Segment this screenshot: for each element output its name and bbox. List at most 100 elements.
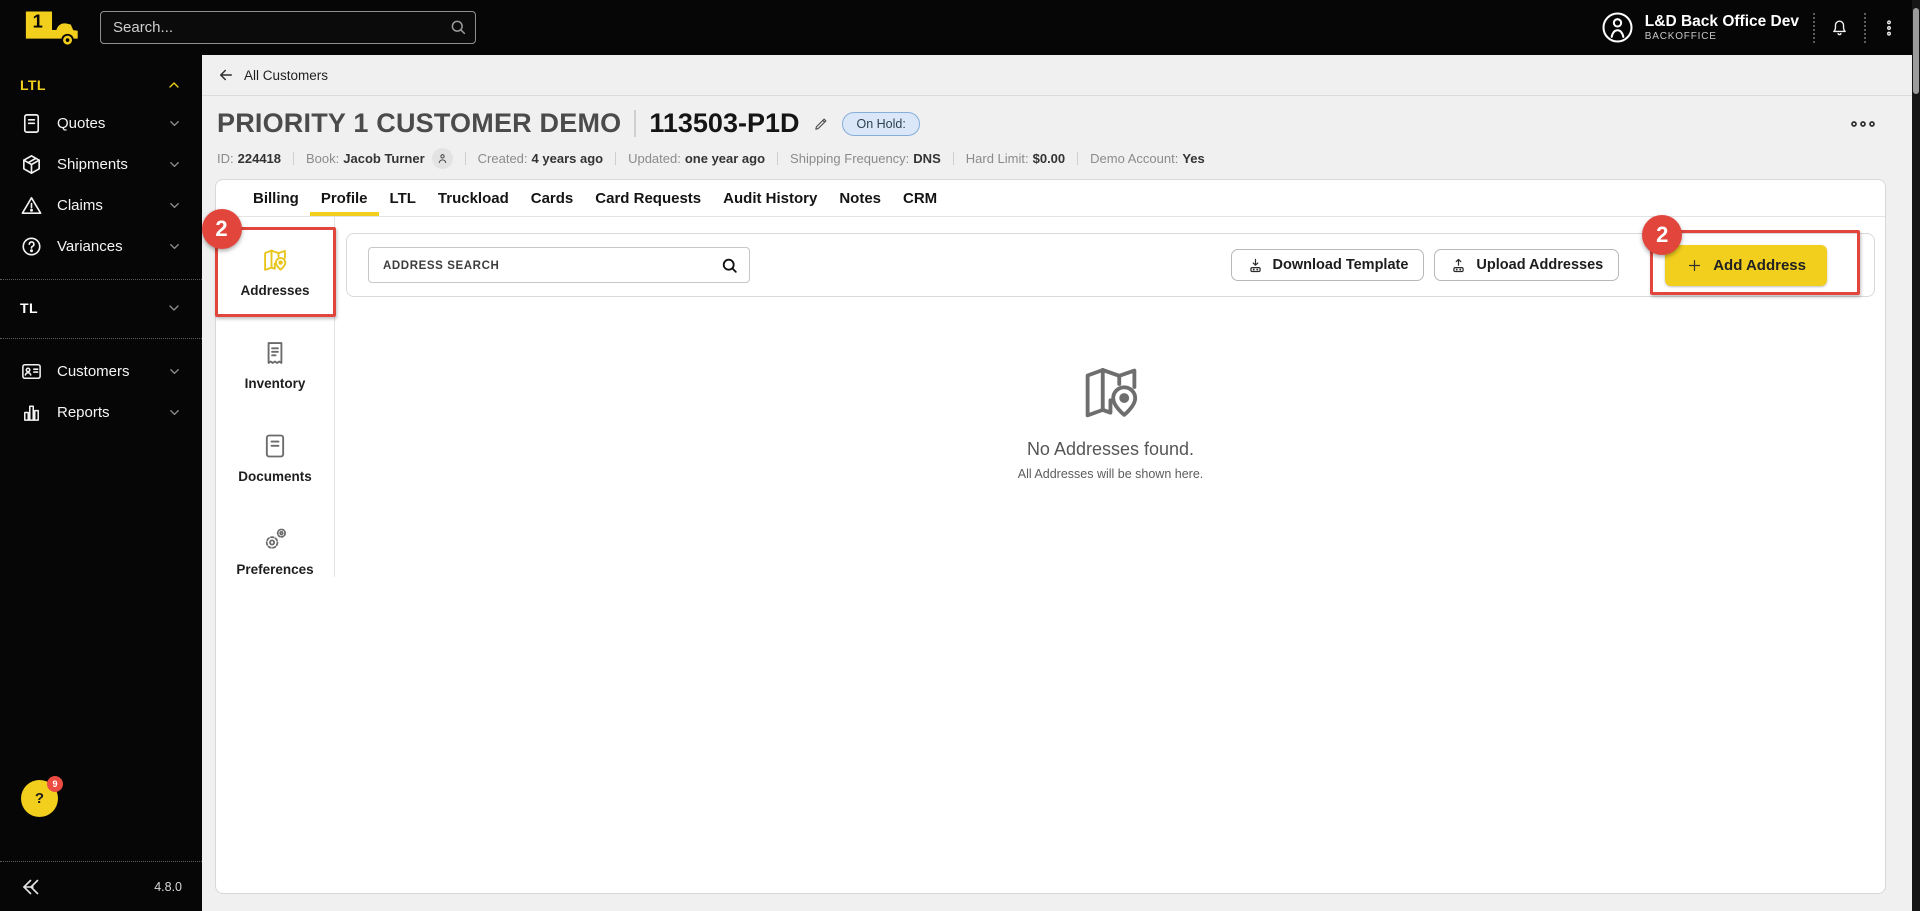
sidebar-group-ltl[interactable]: LTL (0, 69, 202, 103)
meta-label: Demo Account: (1090, 151, 1179, 166)
back-link[interactable]: All Customers (244, 68, 328, 83)
chevron-down-icon (170, 410, 179, 415)
meta-value: Jacob Turner (343, 151, 425, 166)
meta-value: Yes (1182, 151, 1205, 166)
notifications-bell-icon[interactable] (1829, 17, 1850, 38)
meta-value: $0.00 (1032, 151, 1066, 166)
sidebar: LTL Quotes Shipments Claims Variances TL… (0, 55, 202, 911)
sidebar-item-reports[interactable]: Reports (0, 392, 202, 433)
tab-card-requests[interactable]: Card Requests (584, 180, 712, 216)
add-address-label: Add Address (1713, 256, 1806, 274)
person-icon (438, 154, 446, 164)
tab-cards[interactable]: Cards (520, 180, 585, 216)
meta-label: Hard Limit: (965, 151, 1029, 166)
tab-billing[interactable]: Billing (242, 180, 310, 216)
meta-separator (1077, 152, 1079, 165)
page-header: PRIORITY 1 CUSTOMER DEMO 113503-P1D On H… (202, 96, 1912, 169)
sidebar-item-claims[interactable]: Claims (0, 185, 202, 226)
meta-label: ID: (217, 151, 234, 166)
tabs-bar: Billing Profile LTL Truckload Cards Card… (216, 180, 1885, 217)
tab-audit-history[interactable]: Audit History (712, 180, 828, 216)
download-template-button[interactable]: Download Template (1230, 249, 1425, 281)
sidebar-item-variances[interactable]: Variances (0, 226, 202, 267)
subnav-item-documents[interactable]: Documents (226, 419, 325, 498)
kebab-menu-icon[interactable] (1880, 17, 1898, 39)
topbar-divider (1864, 12, 1866, 43)
book-owner-avatar[interactable] (431, 148, 453, 169)
page-title: PRIORITY 1 CUSTOMER DEMO (217, 108, 622, 138)
empty-state: No Addresses found. All Addresses will b… (346, 359, 1875, 481)
meta-label: Book: (306, 151, 340, 166)
sidebar-group-label: TL (20, 300, 38, 316)
sidebar-footer: 4.8.0 (0, 861, 202, 911)
tab-notes[interactable]: Notes (828, 180, 892, 216)
annotation-step-badge: 2 (1642, 214, 1683, 255)
upload-addresses-label: Upload Addresses (1476, 257, 1604, 273)
document-icon (23, 114, 40, 133)
user-info[interactable]: L&D Back Office Dev BACKOFFICE (1645, 13, 1799, 42)
sidebar-item-label: Customers (57, 363, 130, 380)
sidebar-item-label: Claims (57, 197, 103, 214)
tab-profile[interactable]: Profile (310, 180, 379, 216)
more-options-icon[interactable] (1850, 118, 1876, 130)
add-address-button[interactable]: Add Address (1665, 244, 1827, 286)
meta-separator (952, 152, 954, 165)
chevron-down-icon (170, 162, 179, 167)
profile-subnav: 2 Addresses Inventory Documents Preferen… (201, 209, 336, 577)
back-arrow-icon[interactable] (217, 66, 235, 84)
chevron-down-icon (170, 121, 179, 126)
search-icon[interactable] (720, 256, 739, 275)
brand-truck-logo-icon[interactable]: 1 (22, 8, 84, 48)
global-search-input[interactable] (100, 11, 476, 44)
title-divider (634, 110, 637, 137)
upload-addresses-button[interactable]: Upload Addresses (1434, 249, 1620, 281)
empty-state-subtitle: All Addresses will be shown here. (1017, 467, 1204, 481)
subnav-item-addresses[interactable]: 2 Addresses (201, 209, 336, 317)
user-avatar-icon[interactable] (1600, 10, 1635, 45)
tab-truckload[interactable]: Truckload (427, 180, 520, 216)
customer-detail-card: Billing Profile LTL Truckload Cards Card… (201, 179, 1886, 894)
sidebar-item-label: Quotes (57, 115, 106, 132)
sidebar-item-label: Reports (57, 404, 110, 421)
sidebar-group-tl[interactable]: TL (0, 292, 202, 326)
chevron-down-icon (170, 244, 179, 249)
subnav-item-label: Inventory (244, 376, 306, 391)
subnav-item-preferences[interactable]: Preferences (226, 512, 325, 591)
annotation-step-badge: 2 (201, 209, 242, 249)
meta-label: Created: (477, 151, 528, 166)
bar-chart-icon (24, 405, 39, 421)
question-circle-icon (22, 237, 41, 256)
help-button[interactable]: ? 9 (21, 776, 63, 817)
sidebar-item-label: Variances (57, 238, 123, 255)
top-bar: 1 L&D Back Office Dev BACKOFFICE (0, 0, 1920, 55)
package-icon (23, 155, 40, 174)
meta-value: 4 years ago (531, 151, 604, 166)
chevron-down-icon (169, 305, 179, 311)
sidebar-divider (0, 279, 202, 280)
sidebar-item-customers[interactable]: Customers (0, 351, 202, 392)
tab-crm[interactable]: CRM (892, 180, 948, 216)
download-template-label: Download Template (1272, 257, 1409, 273)
tab-ltl[interactable]: LTL (379, 180, 427, 216)
meta-separator (464, 152, 466, 165)
map-pin-icon (1085, 368, 1137, 418)
sidebar-item-quotes[interactable]: Quotes (0, 103, 202, 144)
collapse-sidebar-icon[interactable] (20, 875, 44, 899)
subnav-item-inventory[interactable]: Inventory (226, 326, 325, 405)
download-icon (1249, 258, 1261, 272)
scrollbar-thumb[interactable] (1913, 8, 1919, 94)
edit-pencil-icon[interactable] (813, 115, 830, 132)
address-search-input[interactable] (369, 248, 749, 282)
addresses-toolbar: Download Template Upload Addresses 2 (346, 214, 1875, 297)
sidebar-item-label: Shipments (57, 156, 128, 173)
meta-value: 224418 (237, 151, 282, 166)
topbar-divider (1813, 12, 1815, 43)
upload-icon (1453, 258, 1465, 272)
sidebar-item-shipments[interactable]: Shipments (0, 144, 202, 185)
sidebar-group-label: LTL (20, 77, 46, 93)
warning-triangle-icon (21, 197, 42, 214)
back-navigation-bar: All Customers (202, 55, 1912, 96)
subnav-item-label: Addresses (240, 283, 310, 298)
meta-separator (777, 152, 779, 165)
chevron-up-icon (169, 82, 179, 88)
